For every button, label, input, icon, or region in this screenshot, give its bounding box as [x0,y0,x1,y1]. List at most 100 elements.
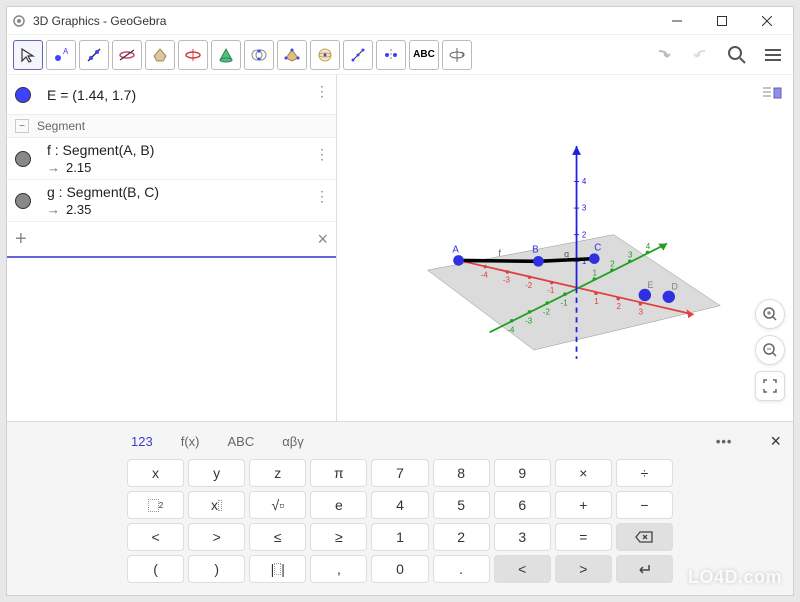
redo-button[interactable] [687,41,715,69]
visibility-toggle[interactable] [15,151,31,167]
graphics-canvas[interactable]: -4 -3 -2 -1 1 2 3 -4 -3 -2 -1 1 2 3 4 [337,75,793,421]
algebra-value: 2.15 [66,160,91,175]
key[interactable]: 1 [371,523,428,551]
key[interactable]: ÷ [616,459,673,487]
key[interactable]: x [127,459,184,487]
svg-text:A: A [63,47,69,56]
tool-circle[interactable] [178,40,208,70]
key[interactable]: − [616,491,673,519]
tool-text[interactable]: ABC [409,40,439,70]
item-menu-icon[interactable]: ⋮ [315,188,328,205]
zoom-in-button[interactable] [755,299,785,329]
key[interactable]: = [555,523,612,551]
tool-reflect[interactable] [376,40,406,70]
window-titlebar: 3D Graphics - GeoGebra [7,7,793,35]
algebra-value: 2.35 [66,202,91,217]
close-button[interactable] [744,7,789,35]
svg-text:4: 4 [582,177,587,186]
tool-point[interactable]: A [46,40,76,70]
kb-more-button[interactable]: ••• [716,434,733,449]
search-button[interactable] [723,41,751,69]
key[interactable]: ) [188,555,245,583]
collapse-icon[interactable]: − [15,119,29,133]
minimize-button[interactable] [654,7,699,35]
svg-text:-4: -4 [481,270,489,279]
clear-icon[interactable]: × [317,229,328,250]
tool-intersect[interactable] [244,40,274,70]
kb-tab-greek[interactable]: αβγ [278,430,308,453]
key[interactable]: y [188,459,245,487]
kb-tab-fx[interactable]: f(x) [177,430,204,453]
key[interactable]: < [127,523,184,551]
svg-text:-4: -4 [507,325,515,334]
tool-conic[interactable] [211,40,241,70]
graphics-3d-view[interactable]: -4 -3 -2 -1 1 2 3 -4 -3 -2 -1 1 2 3 4 [337,75,793,421]
key[interactable]: 2 [433,523,490,551]
section-segment[interactable]: − Segment [7,115,336,138]
key[interactable]: , [310,555,367,583]
item-menu-icon[interactable]: ⋮ [315,146,328,163]
algebra-item-segment-f[interactable]: f : Segment(A, B) →2.15 ⋮ [7,138,336,180]
kb-tab-abc[interactable]: ABC [223,430,258,453]
svg-text:3: 3 [628,251,633,260]
key[interactable]: 8 [433,459,490,487]
visibility-toggle[interactable] [15,87,31,103]
key-power[interactable]: x [188,491,245,519]
tool-polygon[interactable] [145,40,175,70]
key-left[interactable]: < [494,555,551,583]
algebra-expression: f : Segment(A, B) [47,142,328,158]
visibility-toggle[interactable] [15,193,31,209]
key[interactable]: 0 [371,555,428,583]
svg-text:-3: -3 [525,316,533,325]
key-abs[interactable]: | | [249,555,306,583]
tool-move[interactable] [13,40,43,70]
key[interactable]: × [555,459,612,487]
tool-sphere[interactable] [310,40,340,70]
svg-text:3: 3 [639,308,644,317]
tool-angle[interactable] [343,40,373,70]
algebra-item-segment-g[interactable]: g : Segment(B, C) →2.35 ⋮ [7,180,336,222]
key[interactable]: ≤ [249,523,306,551]
zoom-out-button[interactable] [755,335,785,365]
key[interactable]: z [249,459,306,487]
add-icon[interactable]: + [15,228,27,251]
key[interactable]: + [555,491,612,519]
tool-plane[interactable] [277,40,307,70]
tool-line[interactable] [79,40,109,70]
key[interactable]: 7 [371,459,428,487]
maximize-button[interactable] [699,7,744,35]
key-backspace[interactable] [616,523,673,551]
key[interactable]: 6 [494,491,551,519]
key[interactable]: 9 [494,459,551,487]
tool-perpendicular[interactable] [112,40,142,70]
key[interactable]: √▫ [249,491,306,519]
fullscreen-button[interactable] [755,371,785,401]
tool-rotate-view[interactable] [442,40,472,70]
algebra-input-row[interactable]: + × [7,222,336,258]
kb-close-button[interactable]: × [770,431,781,452]
key[interactable]: e [310,491,367,519]
key[interactable]: π [310,459,367,487]
key[interactable]: > [188,523,245,551]
key[interactable]: ≥ [310,523,367,551]
svg-text:2: 2 [582,230,587,239]
algebra-item-point-e[interactable]: E = (1.44, 1.7) ⋮ [7,75,336,115]
key-enter[interactable] [616,555,673,583]
window-title: 3D Graphics - GeoGebra [33,14,166,28]
key-right[interactable]: > [555,555,612,583]
svg-text:g: g [564,249,569,259]
item-menu-icon[interactable]: ⋮ [315,83,328,100]
key[interactable]: 4 [371,491,428,519]
key[interactable]: 5 [433,491,490,519]
algebra-input[interactable] [39,231,318,247]
key[interactable]: . [433,555,490,583]
view-settings-button[interactable] [757,81,787,105]
key[interactable]: ( [127,555,184,583]
svg-text:E: E [648,280,654,290]
menu-button[interactable] [759,41,787,69]
key-squared[interactable]: 2 [127,491,184,519]
kb-tab-123[interactable]: 123 [127,430,157,453]
key[interactable]: 3 [494,523,551,551]
section-label: Segment [37,119,85,133]
undo-button[interactable] [651,41,679,69]
